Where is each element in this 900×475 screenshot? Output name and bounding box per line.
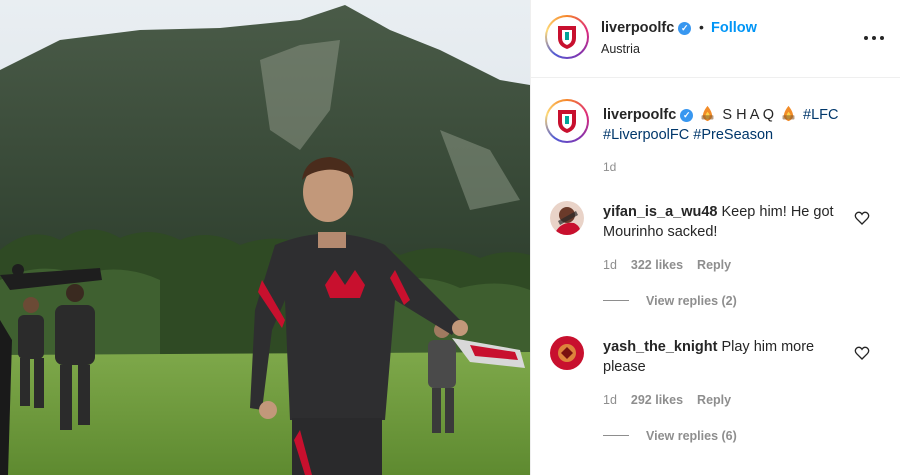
author-avatar[interactable]	[545, 15, 589, 59]
divider-line	[603, 435, 629, 436]
post-details-panel: liverpoolfc ✓ • Follow Austria liverpoolf…	[530, 0, 900, 475]
post-header: liverpoolfc ✓ • Follow Austria	[531, 0, 900, 78]
comment-username[interactable]: yifan_is_a_wu48	[603, 204, 717, 220]
view-replies-label: View replies (2)	[646, 294, 737, 308]
post-image[interactable]	[0, 0, 530, 475]
author-username[interactable]: liverpoolfc ✓	[601, 20, 692, 36]
caption-avatar[interactable]	[545, 99, 589, 143]
comment-likes[interactable]: 322 likes	[631, 258, 683, 272]
separator-dot: •	[699, 19, 704, 35]
view-replies-button[interactable]: View replies (2)	[603, 294, 737, 308]
heart-icon[interactable]	[854, 210, 870, 226]
lfc-crest-icon	[558, 110, 576, 133]
hashtag-liverpoolfc[interactable]: #LiverpoolFC	[603, 127, 689, 143]
avatar-image	[550, 201, 584, 235]
reply-button[interactable]: Reply	[697, 258, 731, 272]
hashtag-lfc[interactable]: #LFC	[803, 107, 838, 123]
lfc-crest-icon	[558, 26, 576, 49]
heart-icon[interactable]	[854, 345, 870, 361]
comment-meta: 1d 322 likes Reply	[603, 258, 745, 272]
comment-likes[interactable]: 292 likes	[631, 393, 683, 407]
avatar-image	[550, 336, 584, 370]
hashtag-preseason[interactable]: #PreSeason	[693, 127, 773, 143]
caption-username[interactable]: liverpoolfc	[603, 107, 676, 123]
fire-emoji-icon	[782, 105, 795, 122]
comment-meta: 1d 292 likes Reply	[603, 393, 745, 407]
verified-badge-icon: ✓	[680, 109, 694, 122]
caption-text: S H A Q	[718, 107, 778, 123]
verified-badge-icon: ✓	[678, 22, 692, 35]
caption-timestamp[interactable]: 1d	[603, 160, 616, 174]
view-replies-button[interactable]: View replies (6)	[603, 429, 737, 443]
more-options-icon[interactable]	[864, 28, 884, 48]
username-link[interactable]: liverpoolfc	[601, 20, 674, 36]
training-photo	[0, 0, 530, 475]
fire-emoji-icon	[701, 105, 714, 122]
view-replies-label: View replies (6)	[646, 429, 737, 443]
post-location[interactable]: Austria	[601, 42, 640, 56]
follow-button[interactable]: Follow	[711, 20, 757, 36]
comment-username[interactable]: yash_the_knight	[603, 339, 717, 355]
commenter-avatar[interactable]	[550, 336, 584, 370]
comment-body: yifan_is_a_wu48 Keep him! He got Mourinh…	[603, 202, 843, 242]
divider-line	[603, 300, 629, 301]
comment-timestamp[interactable]: 1d	[603, 258, 617, 272]
comment-timestamp[interactable]: 1d	[603, 393, 617, 407]
commenter-avatar[interactable]	[550, 201, 584, 235]
comment-body: yash_the_knight Play him more please	[603, 337, 843, 377]
reply-button[interactable]: Reply	[697, 393, 731, 407]
post-caption: liverpoolfc ✓ S H A Q #LFC #LiverpoolFC #…	[603, 105, 883, 145]
